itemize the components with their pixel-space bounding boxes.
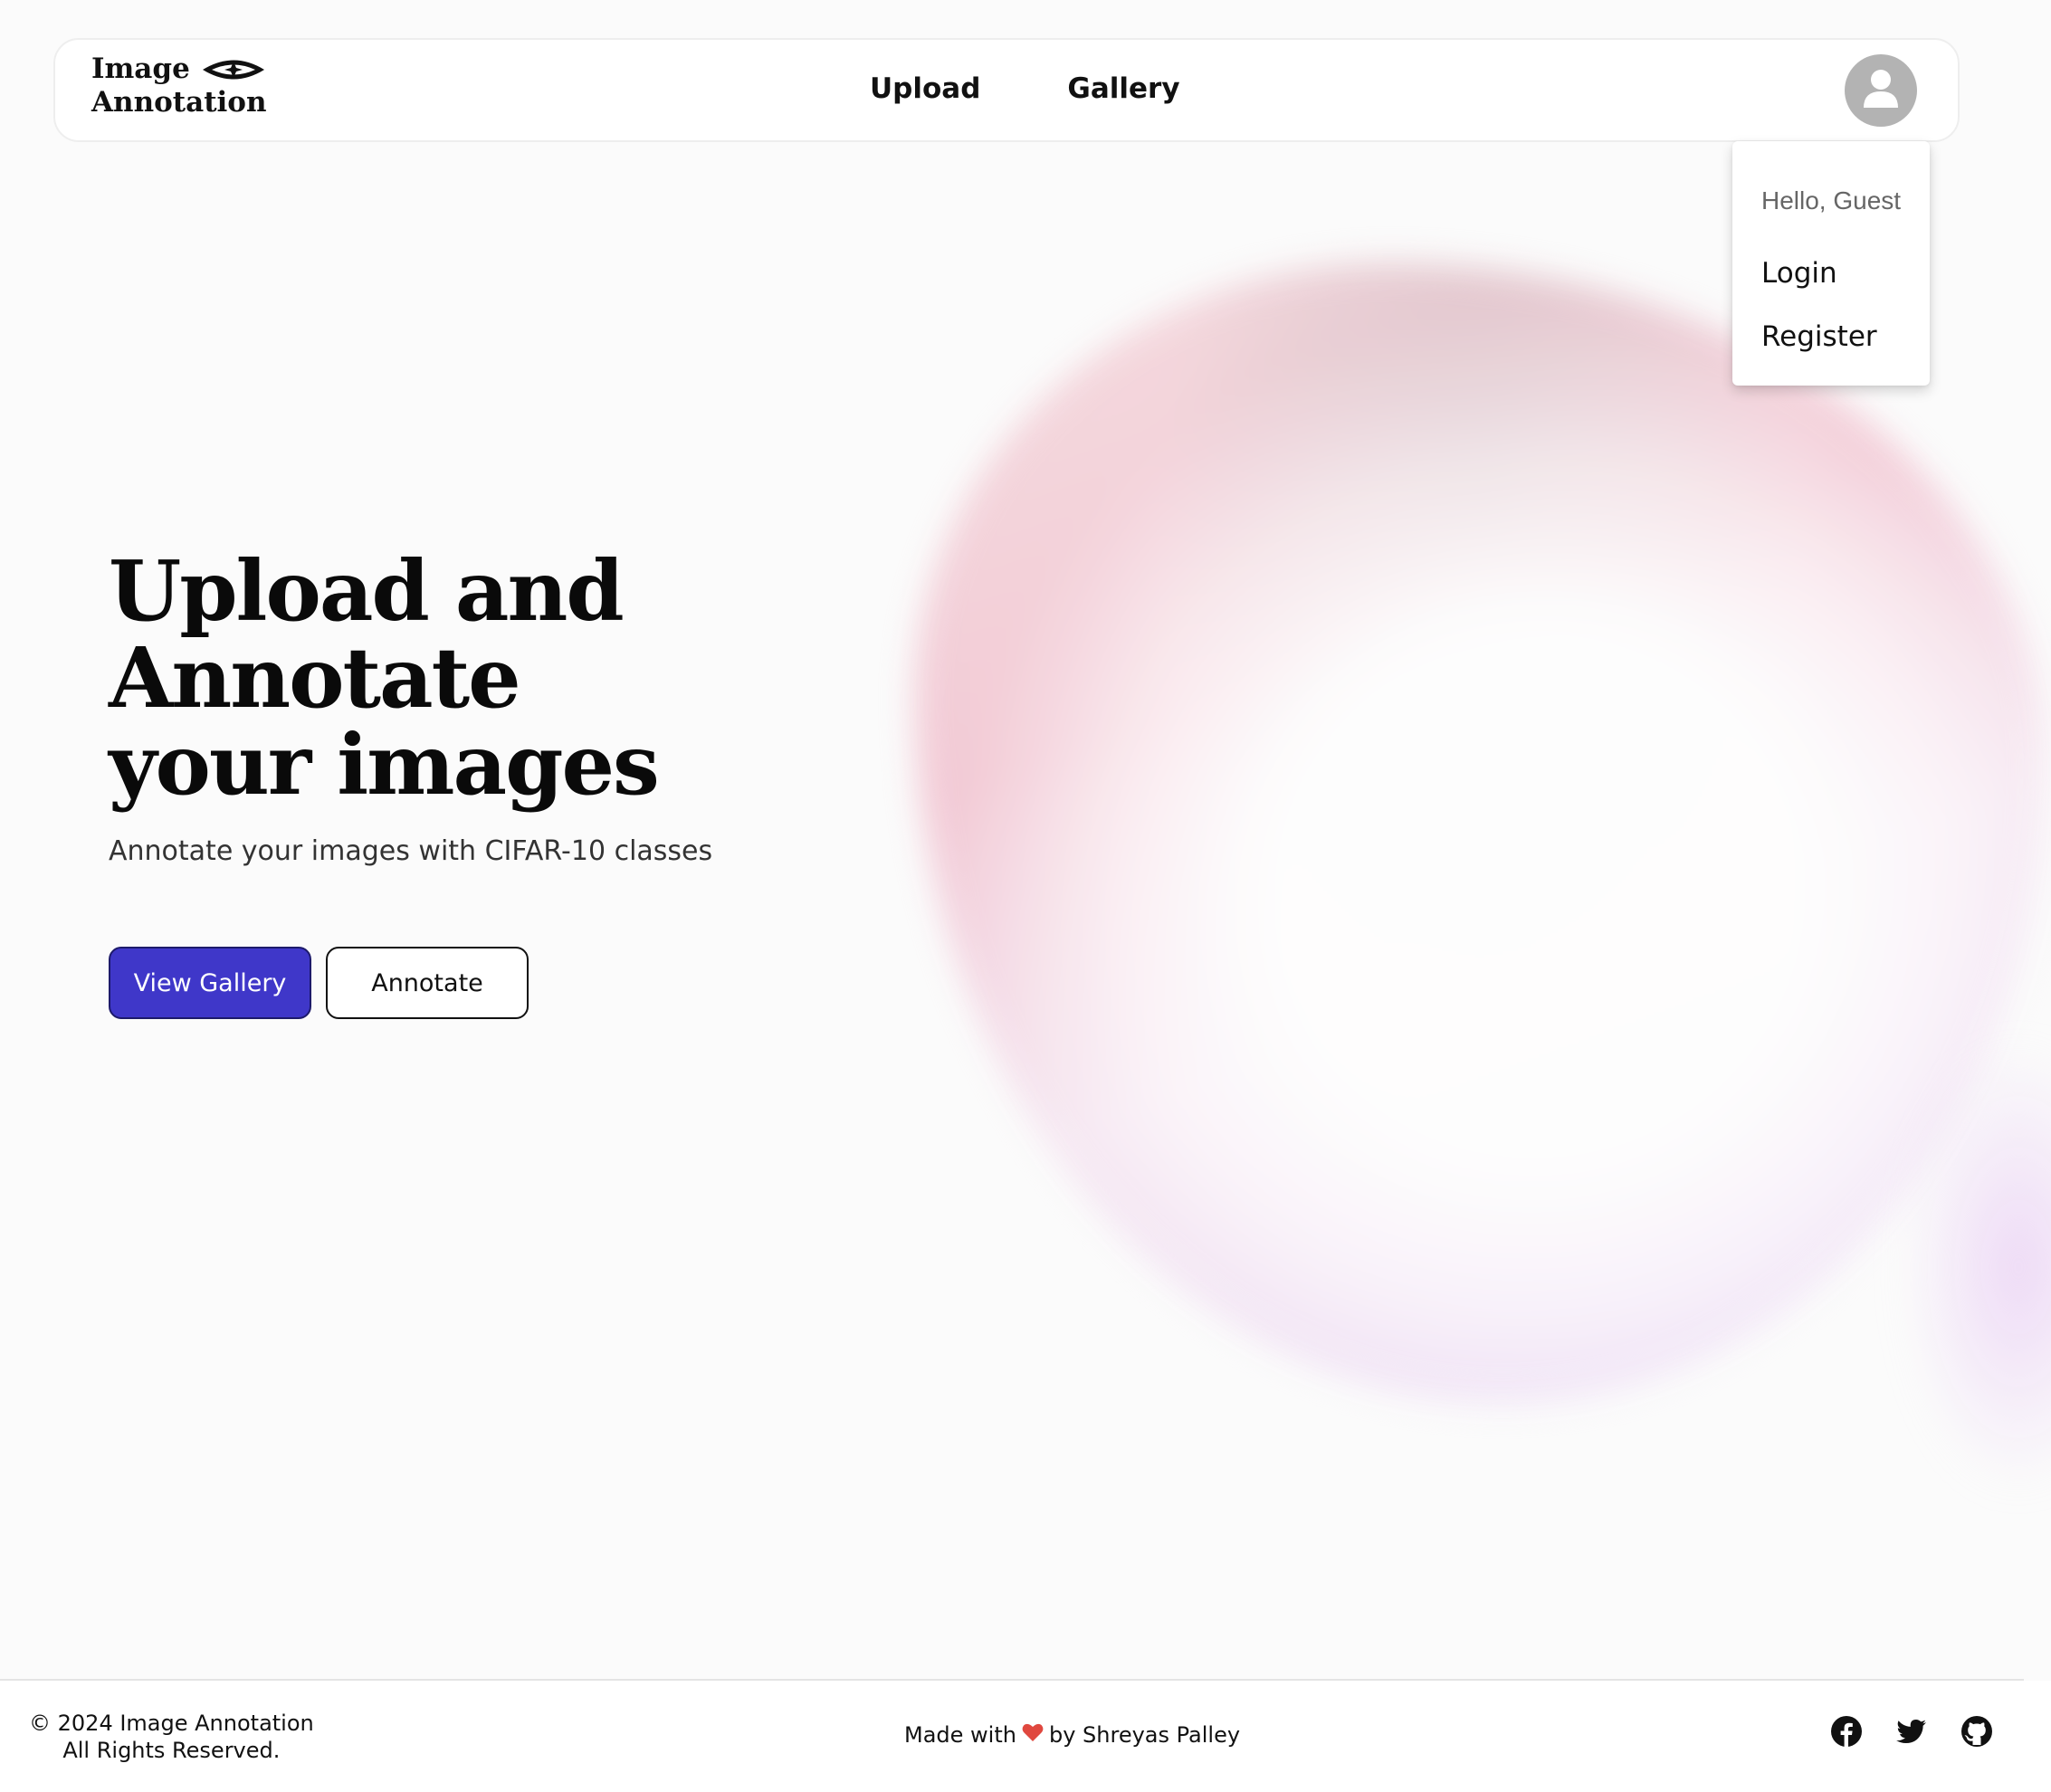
hero-actions: View Gallery Annotate xyxy=(109,947,742,1019)
twitter-icon[interactable] xyxy=(1895,1715,1928,1748)
navbar: Image Annotation Upload Gallery xyxy=(53,38,1960,142)
user-icon xyxy=(1862,68,1900,114)
nav-link-upload[interactable]: Upload xyxy=(870,72,980,105)
main-nav: Upload Gallery xyxy=(870,72,1180,105)
heart-icon xyxy=(1022,1722,1044,1748)
copyright-line1: © 2024 Image Annotation xyxy=(29,1711,314,1736)
user-dropdown-menu: Hello, Guest Login Register xyxy=(1732,141,1930,386)
facebook-icon[interactable] xyxy=(1830,1715,1863,1748)
background-blob xyxy=(914,262,2046,1403)
hero-subtitle: Annotate your images with CIFAR-10 class… xyxy=(109,835,713,867)
made-with-suffix: by Shreyas Palley xyxy=(1048,1722,1241,1748)
logo[interactable]: Image Annotation xyxy=(91,52,268,119)
user-avatar-button[interactable] xyxy=(1845,54,1917,127)
view-gallery-button[interactable]: View Gallery xyxy=(109,947,311,1019)
logo-text-line2: Annotation xyxy=(91,86,267,119)
copyright-line2: All Rights Reserved. xyxy=(62,1738,281,1763)
logo-text-line1: Image xyxy=(91,52,190,85)
nav-link-gallery[interactable]: Gallery xyxy=(1067,72,1179,105)
made-with-prefix: Made with xyxy=(904,1722,1016,1748)
footer: © 2024 Image Annotation All Rights Reser… xyxy=(0,1681,2051,1792)
github-icon[interactable] xyxy=(1960,1715,1993,1748)
annotate-button[interactable]: Annotate xyxy=(326,947,529,1019)
login-menu-item[interactable]: Login xyxy=(1761,257,1837,290)
eye-sparkle-icon xyxy=(199,56,268,83)
hero-title: Upload and Annotate your images xyxy=(109,542,660,814)
greeting-text: Hello, Guest xyxy=(1761,186,1902,214)
social-links xyxy=(1830,1715,1993,1748)
made-with-credit: Made with by Shreyas Palley xyxy=(904,1722,1240,1748)
hero-section: Upload and Annotate your images Annotate… xyxy=(109,548,742,1019)
register-menu-item[interactable]: Register xyxy=(1761,320,1877,353)
copyright: © 2024 Image Annotation All Rights Reser… xyxy=(29,1710,314,1764)
